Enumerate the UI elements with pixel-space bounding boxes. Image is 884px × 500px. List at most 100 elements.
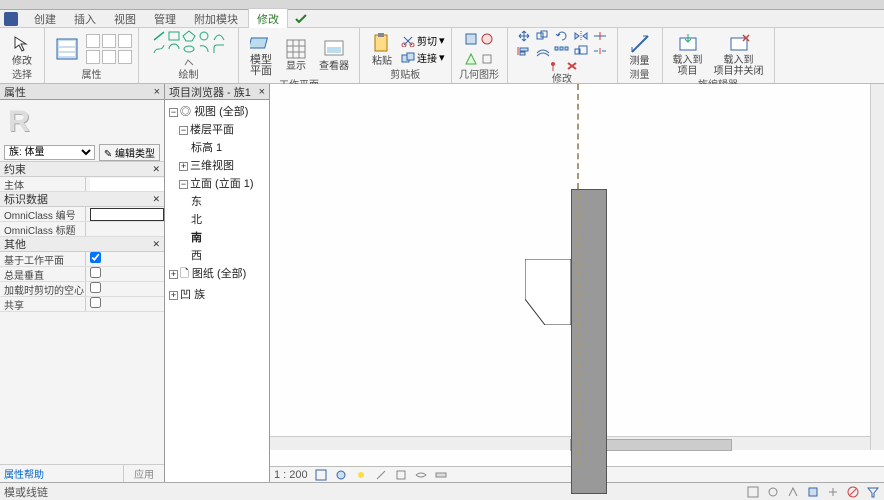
tab-manage[interactable]: 管理 <box>146 9 184 29</box>
tree-level1[interactable]: 标高 1 <box>167 138 267 156</box>
constraints-header[interactable]: 约束✕ <box>0 162 164 177</box>
status-icon[interactable] <box>826 485 840 499</box>
rotate-tool[interactable] <box>554 30 570 42</box>
visual-style-icon[interactable] <box>334 469 348 481</box>
measure-button[interactable]: 测量 <box>624 31 656 68</box>
show-plane-button[interactable]: 显示 <box>280 36 312 73</box>
mini-btn[interactable] <box>86 50 100 64</box>
properties-panel: 属性× R 族: 体量 ✎ 编辑类型 约束✕ 主体 标识数据✕ OmniClas… <box>0 84 165 482</box>
pin-tool[interactable] <box>545 60 561 72</box>
reveal-icon[interactable] <box>434 469 448 481</box>
status-icon[interactable] <box>766 485 780 499</box>
delete-tool[interactable] <box>564 60 580 72</box>
crop-icon[interactable] <box>394 469 408 481</box>
spline-tool[interactable] <box>152 43 166 55</box>
tab-modify[interactable]: 修改 <box>248 8 288 29</box>
move-tool[interactable] <box>516 30 532 42</box>
app-button[interactable] <box>4 12 18 26</box>
host-value[interactable] <box>90 178 164 191</box>
tree-south[interactable]: 南 <box>167 228 267 246</box>
tree-3dviews[interactable]: +三维视图 <box>167 156 267 174</box>
apply-button[interactable]: 应用 <box>123 465 164 482</box>
tree-west[interactable]: 西 <box>167 246 267 264</box>
circle-tool[interactable] <box>197 30 211 42</box>
geom-tool[interactable] <box>464 52 478 66</box>
other-header[interactable]: 其他✕ <box>0 237 164 252</box>
geom-tool[interactable] <box>464 32 478 46</box>
close-icon[interactable]: × <box>154 86 160 98</box>
scale-tool[interactable] <box>573 45 589 57</box>
ident-header[interactable]: 标识数据✕ <box>0 192 164 207</box>
load-project-button[interactable]: 载入到 项目 <box>669 30 707 78</box>
tree-views[interactable]: −◎ 视图 (全部) <box>167 102 267 120</box>
vertical-scrollbar[interactable] <box>870 84 884 450</box>
tree-east[interactable]: 东 <box>167 192 267 210</box>
modify-button[interactable]: 修改 <box>6 31 38 68</box>
properties-button[interactable] <box>51 36 83 62</box>
join-button[interactable]: 连接 ▾ <box>401 50 445 65</box>
status-icon[interactable] <box>786 485 800 499</box>
shadow-icon[interactable] <box>374 469 388 481</box>
ellipse-tool[interactable] <box>182 43 196 55</box>
mini-btn[interactable] <box>118 50 132 64</box>
offset-tool[interactable] <box>535 45 551 57</box>
arc-tool[interactable] <box>212 30 226 42</box>
tree-sheets[interactable]: +🗋 图纸 (全部) <box>167 264 267 285</box>
mini-btn[interactable] <box>102 50 116 64</box>
detail-level-icon[interactable] <box>314 469 328 481</box>
scale-control[interactable]: 1 : 200 <box>274 469 308 481</box>
hide-icon[interactable] <box>414 469 428 481</box>
mini-btn[interactable] <box>118 34 132 48</box>
drawing-canvas[interactable] <box>270 84 884 466</box>
geom-tool[interactable] <box>480 32 494 46</box>
mini-btn[interactable] <box>102 34 116 48</box>
status-icon[interactable] <box>806 485 820 499</box>
load-close-button[interactable]: 载入到 项目并关闭 <box>710 30 768 78</box>
always-vertical-check[interactable] <box>90 267 101 278</box>
finish-icon[interactable] <box>294 12 308 26</box>
poly-tool[interactable] <box>182 30 196 42</box>
pick-tool[interactable] <box>182 56 196 68</box>
rect-tool[interactable] <box>167 30 181 42</box>
viewer-button[interactable]: 查看器 <box>315 36 353 73</box>
properties-help-link[interactable]: 属性帮助 <box>0 465 123 482</box>
align-tool[interactable] <box>516 45 532 57</box>
tree-north[interactable]: 北 <box>167 210 267 228</box>
arc3-tool[interactable] <box>197 43 211 55</box>
paste-button[interactable]: 粘贴 <box>366 31 398 68</box>
tab-addins[interactable]: 附加模块 <box>186 9 246 29</box>
line-tool[interactable] <box>152 30 166 42</box>
always-vertical-label: 总是垂直 <box>0 267 86 281</box>
shared-check[interactable] <box>90 297 101 308</box>
profile-shape[interactable] <box>525 259 571 325</box>
cut-button[interactable]: 剪切 ▾ <box>401 33 445 48</box>
tab-insert[interactable]: 插入 <box>66 9 104 29</box>
close-icon[interactable]: × <box>259 86 265 98</box>
filter-icon[interactable] <box>866 485 880 499</box>
trim-tool[interactable] <box>592 30 608 42</box>
tree-families[interactable]: +凹 族 <box>167 285 267 303</box>
copy-tool[interactable] <box>535 30 551 42</box>
status-icon[interactable] <box>846 485 860 499</box>
mirror-tool[interactable] <box>573 30 589 42</box>
sun-icon[interactable] <box>354 469 368 481</box>
tab-create[interactable]: 创建 <box>26 9 64 29</box>
workplane-based-check[interactable] <box>90 252 101 263</box>
family-type-select[interactable]: 族: 体量 <box>4 145 95 160</box>
fillet-tool[interactable] <box>212 43 226 55</box>
set-plane-button[interactable]: 模型平面 <box>245 30 277 78</box>
array-tool[interactable] <box>554 45 570 57</box>
tree-elevations[interactable]: −立面 (立面 1) <box>167 174 267 192</box>
host-label: 主体 <box>0 177 86 191</box>
status-icon[interactable] <box>746 485 760 499</box>
arc2-tool[interactable] <box>167 43 181 55</box>
tab-view[interactable]: 视图 <box>106 9 144 29</box>
mini-btn[interactable] <box>86 34 100 48</box>
tree-floorplans[interactable]: −楼层平面 <box>167 120 267 138</box>
geom-tool[interactable] <box>480 52 494 66</box>
horizontal-scrollbar[interactable] <box>270 436 870 450</box>
edit-type-button[interactable]: ✎ 编辑类型 <box>99 144 160 161</box>
cut-void-check[interactable] <box>90 282 101 293</box>
split-tool[interactable] <box>592 45 608 57</box>
omni-num-value[interactable] <box>90 208 164 221</box>
